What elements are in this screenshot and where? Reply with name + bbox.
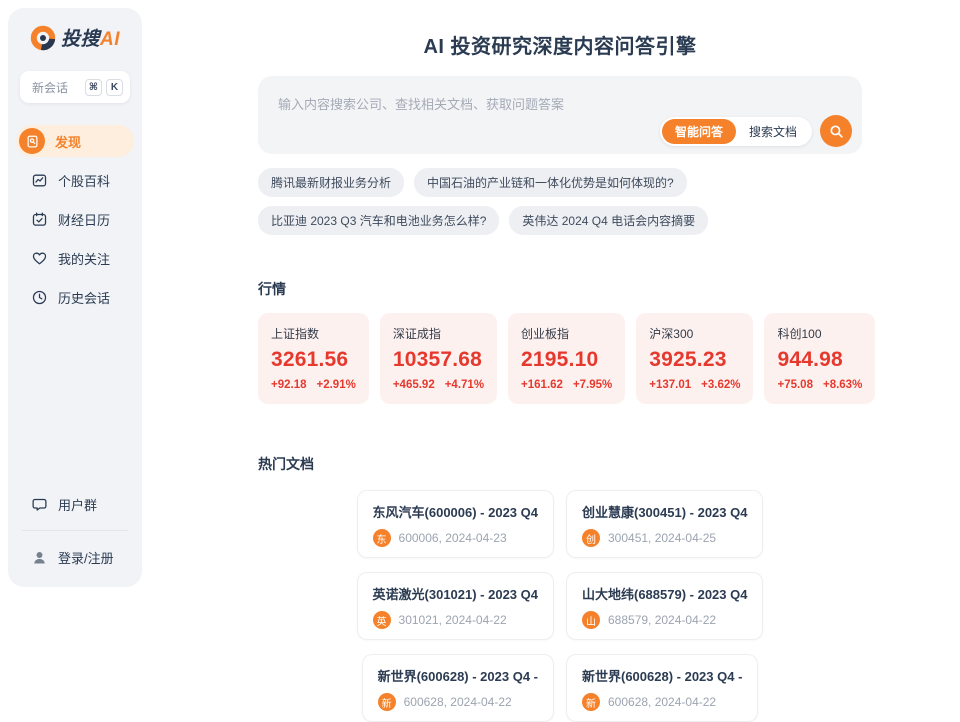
suggestion-chip[interactable]: 腾讯最新财报业务分析 — [258, 168, 404, 197]
new-session-label: 新会话 — [32, 79, 81, 96]
doc-card[interactable]: 东风汽车(600006) - 2023 Q4 东 600006, 2024-04… — [357, 490, 554, 558]
index-value: 2195.10 — [521, 348, 612, 372]
user-avatar-icon — [30, 548, 48, 566]
index-value: 10357.68 — [393, 348, 484, 372]
index-name: 沪深300 — [649, 325, 740, 342]
page-title: AI 投资研究深度内容问答引擎 — [258, 30, 862, 59]
doc-info: 688579, 2024-04-22 — [608, 613, 716, 627]
sidebar-item-discover[interactable]: 发现 — [16, 125, 134, 157]
market-index-card[interactable]: 创业板指 2195.10 +161.62+7.95% — [508, 313, 625, 404]
hot-docs-title: 热门文档 — [258, 454, 862, 474]
sidebar-item-stock-wiki[interactable]: 个股百科 — [16, 164, 134, 196]
hot-docs-section: 热门文档 东风汽车(600006) - 2023 Q4 东 600006, 20… — [258, 454, 862, 722]
user-group-button[interactable]: 用户群 — [16, 488, 134, 520]
index-change: +92.18+2.91% — [271, 379, 356, 391]
doc-info: 600006, 2024-04-23 — [399, 531, 507, 545]
market-index-card[interactable]: 深证成指 10357.68 +465.92+4.71% — [380, 313, 497, 404]
search-input[interactable] — [266, 82, 678, 122]
mode-doc-search[interactable]: 搜索文档 — [736, 119, 810, 144]
doc-info: 600628, 2024-04-22 — [404, 695, 512, 709]
sidebar-item-my-follows[interactable]: 我的关注 — [16, 242, 134, 274]
doc-card[interactable]: 山大地纬(688579) - 2023 Q4 山 688579, 2024-04… — [566, 572, 763, 640]
search-box: 智能问答 搜索文档 — [258, 76, 862, 154]
stock-badge-icon: 新 — [378, 693, 396, 711]
suggestion-chip[interactable]: 比亚迪 2023 Q3 汽车和电池业务怎么样? — [258, 206, 499, 235]
search-mode-toggle: 智能问答 搜索文档 — [660, 117, 812, 146]
login-register-button[interactable]: 登录/注册 — [16, 541, 134, 573]
index-name: 深证成指 — [393, 325, 484, 342]
stock-badge-icon: 东 — [373, 529, 391, 547]
doc-card[interactable]: 英诺激光(301021) - 2023 Q4 英 301021, 2024-04… — [357, 572, 554, 640]
discover-icon — [19, 128, 45, 154]
index-value: 3925.23 — [649, 348, 740, 372]
stock-badge-icon: 山 — [582, 611, 600, 629]
user-group-label: 用户群 — [58, 495, 97, 514]
index-value: 3261.56 — [271, 348, 356, 372]
doc-title: 东风汽车(600006) - 2023 Q4 — [373, 502, 538, 521]
sidebar-footer: 用户群 登录/注册 — [16, 488, 134, 573]
doc-info: 300451, 2024-04-25 — [608, 531, 716, 545]
search-submit-button[interactable] — [820, 115, 852, 147]
index-change: +75.08+8.63% — [777, 379, 862, 391]
doc-title: 新世界(600628) - 2023 Q4 - — [378, 666, 538, 685]
sidebar-item-label: 发现 — [55, 132, 81, 151]
index-name: 上证指数 — [271, 325, 356, 342]
search-controls: 智能问答 搜索文档 — [660, 115, 852, 147]
sidebar-item-label: 历史会话 — [58, 288, 110, 307]
chat-bubble-icon — [30, 495, 48, 513]
sidebar: 投搜AI 新会话 ⌘ K 发现 — [8, 8, 142, 587]
market-index-card[interactable]: 科创100 944.98 +75.08+8.63% — [764, 313, 875, 404]
sidebar-item-finance-calendar[interactable]: 财经日历 — [16, 203, 134, 235]
hot-docs-grid: 东风汽车(600006) - 2023 Q4 东 600006, 2024-04… — [258, 490, 862, 722]
new-session-button[interactable]: 新会话 ⌘ K — [20, 71, 130, 103]
index-change: +465.92+4.71% — [393, 379, 484, 391]
index-value: 944.98 — [777, 348, 862, 372]
suggestion-chip[interactable]: 英伟达 2024 Q4 电话会内容摘要 — [509, 206, 708, 235]
login-register-label: 登录/注册 — [58, 548, 114, 567]
index-change: +161.62+7.95% — [521, 379, 612, 391]
stock-chart-icon — [30, 171, 48, 189]
brand-name: 投搜AI — [61, 24, 120, 51]
brand-logo-icon — [30, 25, 56, 51]
index-name: 科创100 — [777, 325, 862, 342]
doc-card[interactable]: 新世界(600628) - 2023 Q4 - 新 600628, 2024-0… — [362, 654, 554, 722]
doc-card[interactable]: 新世界(600628) - 2023 Q4 - 新 600628, 2024-0… — [566, 654, 758, 722]
sidebar-item-label: 个股百科 — [58, 171, 110, 190]
doc-info: 600628, 2024-04-22 — [608, 695, 716, 709]
sidebar-item-label: 财经日历 — [58, 210, 110, 229]
suggestion-chip[interactable]: 中国石油的产业链和一体化优势是如何体现的? — [414, 168, 687, 197]
doc-title: 创业慧康(300451) - 2023 Q4 — [582, 502, 747, 521]
sidebar-item-label: 我的关注 — [58, 249, 110, 268]
stock-badge-icon: 新 — [582, 693, 600, 711]
index-name: 创业板指 — [521, 325, 612, 342]
index-change: +137.01+3.62% — [649, 379, 740, 391]
stock-badge-icon: 英 — [373, 611, 391, 629]
market-section-title: 行情 — [258, 279, 862, 299]
history-clock-icon — [30, 288, 48, 306]
k-key-badge: K — [106, 79, 123, 96]
calendar-icon — [30, 210, 48, 228]
market-index-row: 上证指数 3261.56 +92.18+2.91% 深证成指 10357.68 … — [258, 313, 862, 404]
cmd-key-badge: ⌘ — [85, 79, 102, 96]
market-index-card[interactable]: 沪深300 3925.23 +137.01+3.62% — [636, 313, 753, 404]
heart-icon — [30, 249, 48, 267]
mode-ai-qa[interactable]: 智能问答 — [662, 119, 736, 144]
app-window: 投搜AI 新会话 ⌘ K 发现 — [0, 0, 960, 587]
sidebar-item-history[interactable]: 历史会话 — [16, 281, 134, 313]
market-section: 行情 上证指数 3261.56 +92.18+2.91% 深证成指 10357.… — [258, 279, 862, 404]
suggestion-chips: 腾讯最新财报业务分析 中国石油的产业链和一体化优势是如何体现的? 比亚迪 202… — [258, 168, 862, 235]
search-icon — [828, 123, 845, 140]
doc-card[interactable]: 创业慧康(300451) - 2023 Q4 创 300451, 2024-04… — [566, 490, 763, 558]
sidebar-nav: 发现 个股百科 — [16, 125, 134, 313]
market-index-card[interactable]: 上证指数 3261.56 +92.18+2.91% — [258, 313, 369, 404]
sidebar-divider — [22, 530, 128, 531]
main-area: AI 投资研究深度内容问答引擎 智能问答 搜索文档 — [142, 0, 960, 587]
app-logo: 投搜AI — [16, 24, 134, 51]
doc-title: 新世界(600628) - 2023 Q4 - — [582, 666, 742, 685]
doc-info: 301021, 2024-04-22 — [399, 613, 507, 627]
stock-badge-icon: 创 — [582, 529, 600, 547]
